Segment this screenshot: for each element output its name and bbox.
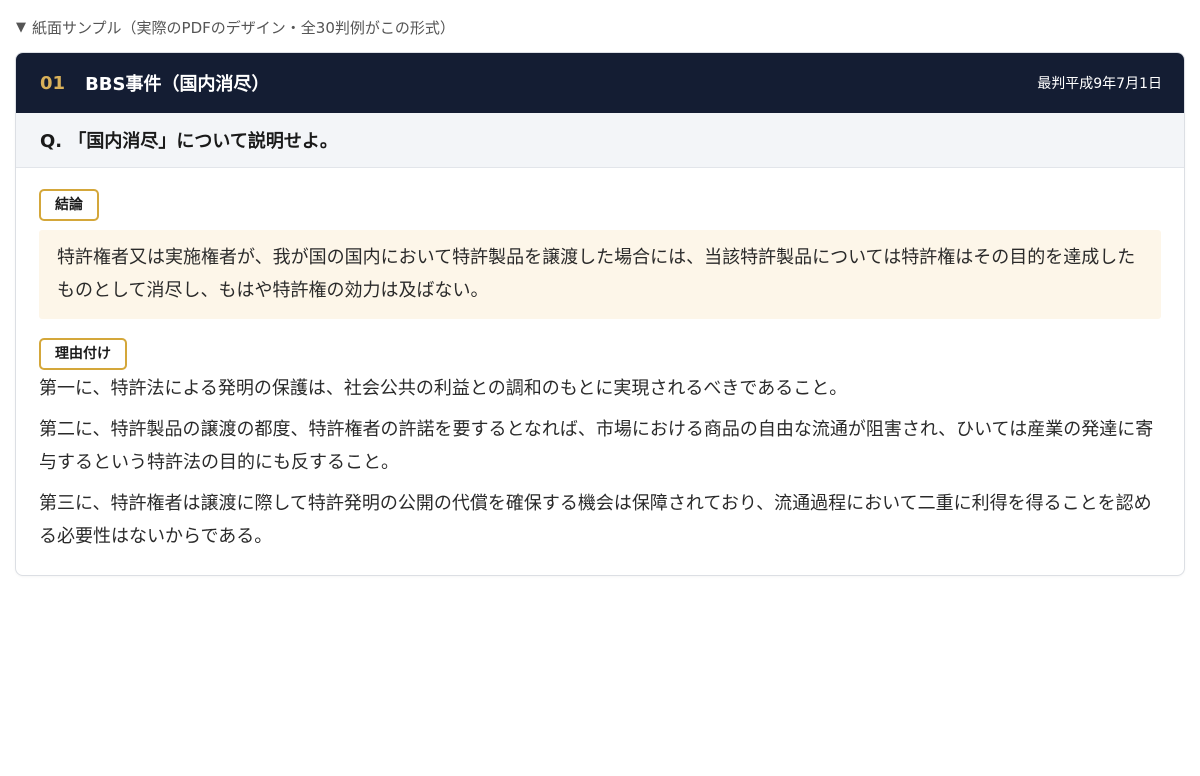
- conclusion-text: 特許権者又は実施権者が、我が国の国内において特許製品を譲渡した場合には、当該特許…: [39, 230, 1161, 319]
- reason-item: 第二に、特許製品の譲渡の都度、特許権者の許諾を要するとなれば、市場における商品の…: [39, 419, 1154, 473]
- case-number: 01: [40, 72, 66, 94]
- conclusion-tag: 結論: [39, 189, 99, 221]
- reasons-tag: 理由付け: [39, 338, 127, 370]
- reasons-list: 第一に、特許法による発明の保護は、社会公共の利益との調和のもとに実現されるべきで…: [39, 372, 1161, 553]
- case-header: 01 BBS事件（国内消尽） 最判平成9年7月1日: [16, 53, 1184, 113]
- case-card: 01 BBS事件（国内消尽） 最判平成9年7月1日 Q. 「国内消尽」について説…: [15, 52, 1185, 576]
- case-title: BBS事件（国内消尽）: [85, 74, 270, 95]
- sample-toggle[interactable]: ▼ 紙面サンプル（実際のPDFのデザイン・全30判例がこの形式）: [16, 16, 455, 38]
- case-date: 最判平成9年7月1日: [1037, 76, 1162, 92]
- question: Q. 「国内消尽」について説明せよ。: [16, 113, 1184, 168]
- reason-item: 第一に、特許法による発明の保護は、社会公共の利益との調和のもとに実現されるべきで…: [39, 378, 848, 399]
- sample-toggle-label: 紙面サンプル（実際のPDFのデザイン・全30判例がこの形式）: [32, 18, 455, 37]
- card-body: 結論 特許権者又は実施権者が、我が国の国内において特許製品を譲渡した場合には、当…: [16, 168, 1184, 553]
- reason-item: 第三に、特許権者は譲渡に際して特許発明の公開の代償を確保する機会は保障されており…: [39, 493, 1152, 547]
- triangle-down-icon: ▼: [16, 19, 26, 35]
